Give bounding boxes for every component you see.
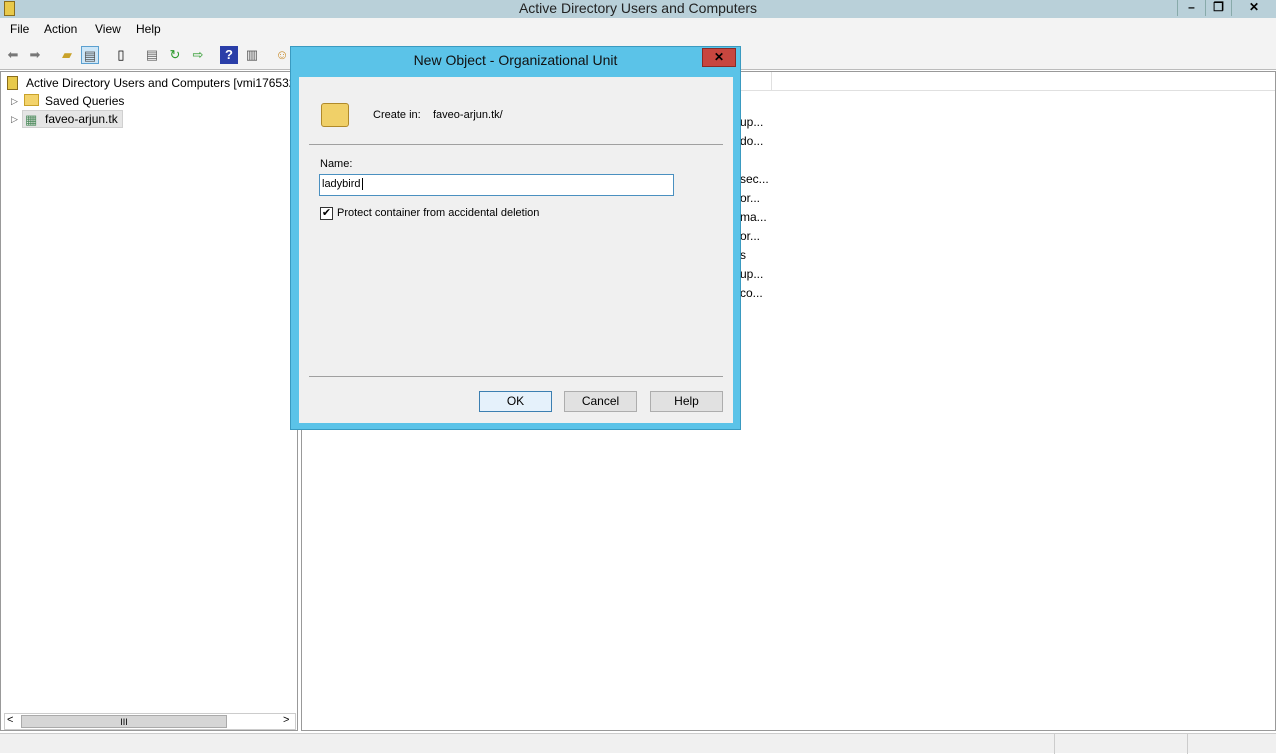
tree-item-saved-queries[interactable]: Saved Queries — [45, 94, 124, 108]
menu-bar: File Action View Help — [0, 18, 1276, 40]
dialog-close-button[interactable]: ✕ — [702, 48, 736, 67]
menu-help[interactable]: Help — [136, 22, 161, 36]
export-icon[interactable]: ⇨ — [189, 46, 207, 64]
help-icon[interactable]: ? — [220, 46, 238, 64]
create-in-value: faveo-arjun.tk/ — [433, 109, 503, 121]
divider — [309, 376, 723, 377]
console-tree-icon[interactable]: ▤ — [81, 46, 99, 64]
restore-button[interactable]: ❐ — [1205, 0, 1231, 16]
clipboard-icon[interactable]: ▯ — [112, 46, 130, 64]
list-item[interactable]: sec... — [740, 172, 769, 186]
list-item[interactable]: up... — [740, 115, 763, 129]
help-button[interactable]: Help — [650, 391, 723, 412]
details-pane-icon[interactable]: ▥ — [243, 46, 261, 64]
title-bar: Active Directory Users and Computers – ❐… — [0, 0, 1276, 18]
ou-folder-icon — [321, 103, 349, 127]
name-input[interactable]: ladybird — [319, 174, 674, 196]
up-folder-icon[interactable]: ▰ — [58, 46, 76, 64]
menu-view[interactable]: View — [95, 22, 121, 36]
console-tree-pane: Active Directory Users and Computers [vm… — [0, 71, 298, 731]
scroll-thumb[interactable]: III — [21, 715, 227, 728]
list-item[interactable]: do... — [740, 134, 763, 148]
back-icon[interactable]: ⬅ — [4, 46, 22, 64]
list-item[interactable]: co... — [740, 286, 763, 300]
folder-icon — [24, 94, 39, 106]
new-user-icon[interactable]: ☺ — [273, 46, 291, 64]
refresh-icon[interactable]: ↻ — [166, 46, 184, 64]
tree-item-domain[interactable]: ▦ faveo-arjun.tk — [22, 110, 123, 128]
divider — [309, 144, 723, 145]
protect-label[interactable]: Protect container from accidental deleti… — [337, 207, 539, 219]
list-item[interactable]: or... — [740, 191, 760, 205]
name-input-value: ladybird — [322, 178, 361, 190]
window-title: Active Directory Users and Computers — [518, 0, 758, 16]
scroll-left-icon[interactable]: < — [7, 714, 13, 726]
domain-icon: ▦ — [25, 112, 38, 127]
list-item[interactable]: up... — [740, 267, 763, 281]
menu-action[interactable]: Action — [44, 22, 77, 36]
list-item[interactable]: ma... — [740, 210, 767, 224]
dialog-body: Create in: faveo-arjun.tk/ Name: ladybir… — [299, 77, 733, 423]
tree-item-label: faveo-arjun.tk — [45, 112, 118, 126]
name-label: Name: — [320, 158, 353, 170]
scroll-right-icon[interactable]: > — [283, 714, 289, 726]
list-item[interactable]: or... — [740, 229, 760, 243]
new-ou-dialog: New Object - Organizational Unit ✕ Creat… — [290, 46, 741, 430]
ok-button[interactable]: OK — [479, 391, 552, 412]
minimize-button[interactable]: – — [1177, 0, 1205, 16]
menu-file[interactable]: File — [10, 22, 29, 36]
expand-icon[interactable]: ▷ — [11, 96, 18, 107]
cancel-button[interactable]: Cancel — [564, 391, 637, 412]
forward-icon[interactable]: ➡ — [26, 46, 44, 64]
expand-icon[interactable]: ▷ — [11, 114, 18, 125]
status-bar — [0, 733, 1276, 754]
root-icon — [7, 76, 18, 90]
horizontal-scrollbar[interactable]: < III > — [4, 713, 296, 730]
tree-root[interactable]: Active Directory Users and Computers [vm… — [26, 76, 295, 90]
close-button[interactable]: ✕ — [1231, 0, 1276, 16]
protect-checkbox[interactable]: ✔ — [320, 207, 333, 220]
create-in-label: Create in: — [373, 109, 421, 121]
properties-icon[interactable]: ▤ — [143, 46, 161, 64]
dialog-title: New Object - Organizational Unit — [413, 52, 618, 68]
